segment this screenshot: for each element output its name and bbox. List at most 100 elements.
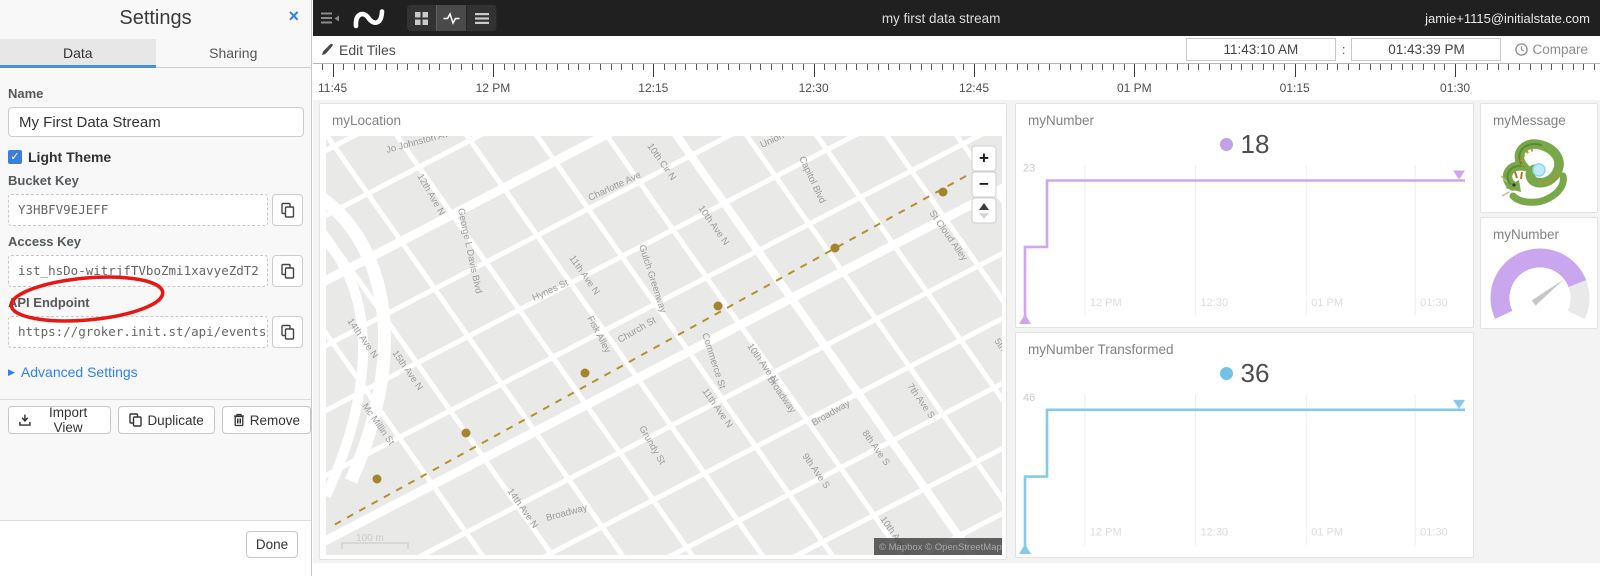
waves-view-button[interactable] <box>436 5 468 31</box>
light-theme-label: Light Theme <box>28 149 112 165</box>
user-email[interactable]: jamie+1115@initialstate.com <box>1425 11 1600 26</box>
ruler-tick <box>321 64 323 70</box>
compass-button[interactable] <box>971 197 997 224</box>
ruler-tick <box>1059 64 1061 70</box>
ruler-tick <box>1262 64 1264 70</box>
svg-text:12:30: 12:30 <box>1201 297 1229 309</box>
bucket-key-copy-button[interactable] <box>272 194 303 226</box>
svg-text:01 PM: 01 PM <box>1311 297 1343 309</box>
ruler-tick <box>1294 64 1296 77</box>
ruler-tick-label: 12:15 <box>638 81 669 95</box>
access-key-value[interactable]: ist_hsDo-witrjfTVboZmi1xavyeZdT2 <box>8 255 268 287</box>
ruler-tick <box>407 64 409 70</box>
close-icon[interactable]: × <box>288 7 299 25</box>
ruler-tick <box>1112 64 1114 70</box>
remove-button[interactable]: Remove <box>221 406 311 434</box>
edit-tiles-button[interactable]: Edit Tiles <box>313 42 396 58</box>
api-endpoint-copy-button[interactable] <box>272 316 303 348</box>
ruler-tick <box>653 64 655 77</box>
ruler-tick <box>1380 64 1382 70</box>
compare-button[interactable]: Compare <box>1515 42 1588 57</box>
tile-title: myMessage <box>1493 113 1566 128</box>
ruler-tick <box>589 64 591 70</box>
ruler-tick <box>931 64 933 70</box>
copy-icon <box>281 202 295 218</box>
name-input[interactable] <box>8 107 304 137</box>
ruler-tick <box>450 64 452 70</box>
ruler-tick <box>674 64 676 70</box>
ruler-tick <box>824 64 826 70</box>
import-view-label: Import View <box>49 405 88 435</box>
ruler-tick <box>428 64 430 70</box>
svg-text:12 PM: 12 PM <box>1090 297 1122 309</box>
value-number: 36 <box>1240 357 1270 388</box>
value-marker-dot <box>1219 366 1233 380</box>
ruler-tick <box>1134 64 1136 77</box>
list-view-button[interactable] <box>467 5 497 31</box>
app-root: Settings × Data Sharing Name ✓ Light The… <box>0 0 1600 576</box>
sidebar-collapse-icon[interactable] <box>321 12 341 25</box>
ruler-tick <box>375 64 377 70</box>
ruler-tick <box>631 64 633 70</box>
duplicate-icon <box>129 413 143 427</box>
ruler-tick <box>920 64 922 70</box>
ruler-tick <box>1465 64 1467 70</box>
view-switcher <box>407 5 497 31</box>
tile-mylocation: myLocation Jo Johnston Ave 12th Ave N Geor… <box>319 103 1007 560</box>
access-key-label: Access Key <box>8 234 81 249</box>
api-endpoint-value[interactable]: https://groker.init.st/api/events <box>8 316 268 348</box>
bucket-key-value[interactable]: Y3HBFV9EJEFF <box>8 194 268 226</box>
ruler-tick <box>1273 64 1275 70</box>
api-endpoint-label: API Endpoint <box>8 295 90 310</box>
ruler-tick <box>738 64 740 70</box>
ruler-tick <box>909 64 911 70</box>
ruler-tick <box>1561 64 1563 70</box>
svg-text:100 m: 100 m <box>356 533 384 544</box>
ruler-tick <box>1572 64 1574 70</box>
svg-text:01 PM: 01 PM <box>1311 527 1343 539</box>
ruler-tick <box>621 64 623 70</box>
tab-sharing[interactable]: Sharing <box>156 39 312 67</box>
ruler-tick <box>1529 64 1531 70</box>
toolbar: Edit Tiles : Compare <box>313 36 1600 64</box>
ruler-tick <box>418 64 420 70</box>
ruler-tick <box>813 64 815 77</box>
tile-title: myNumber <box>1493 227 1560 242</box>
ruler-tick <box>1027 64 1029 70</box>
ruler-tick <box>973 64 975 77</box>
tile-mynumber-transformed-chart: myNumber Transformed 12 PM 12:30 01 PM 01:3… <box>1015 332 1474 558</box>
duplicate-button[interactable]: Duplicate <box>118 406 215 434</box>
ruler-tick <box>1198 64 1200 70</box>
ruler-tick <box>835 64 837 70</box>
ruler-tick <box>332 64 334 77</box>
end-time-input[interactable] <box>1351 38 1502 61</box>
done-button[interactable]: Done <box>246 531 298 558</box>
ruler-tick <box>1551 64 1553 70</box>
advanced-settings-link[interactable]: ▶ Advanced Settings <box>8 364 303 380</box>
ruler-tick <box>599 64 601 70</box>
tab-data[interactable]: Data <box>0 39 156 68</box>
current-value: 36 <box>1016 357 1473 389</box>
ruler-tick <box>1070 64 1072 70</box>
ruler-tick <box>1476 64 1478 70</box>
map-canvas[interactable]: Jo Johnston Ave 12th Ave N George L Davis … <box>326 136 1002 555</box>
ruler-tick <box>1006 64 1008 70</box>
ruler-tick <box>514 64 516 70</box>
tiles-view-button[interactable] <box>407 5 437 31</box>
svg-text:12 PM: 12 PM <box>1090 527 1122 539</box>
svg-text:23: 23 <box>1023 162 1035 174</box>
ruler-tick <box>1166 64 1168 70</box>
ruler-tick <box>899 64 901 70</box>
gauge <box>1490 248 1590 319</box>
start-time-input[interactable] <box>1185 38 1336 61</box>
grid-icon <box>415 11 428 25</box>
light-theme-checkbox[interactable]: ✓ <box>8 150 22 164</box>
time-ruler[interactable]: 11:45 12 PM 12:15 12:30 12:45 01 PM 01:15 01:30 <box>313 64 1600 100</box>
ruler-tick <box>1305 64 1307 70</box>
settings-panel: Settings × Data Sharing Name ✓ Light The… <box>0 0 312 576</box>
ruler-tick <box>1390 64 1392 70</box>
import-view-button[interactable]: Import View <box>8 405 112 435</box>
ruler-tick <box>1251 64 1253 70</box>
access-key-copy-button[interactable] <box>272 255 303 287</box>
ruler-tick <box>503 64 505 70</box>
